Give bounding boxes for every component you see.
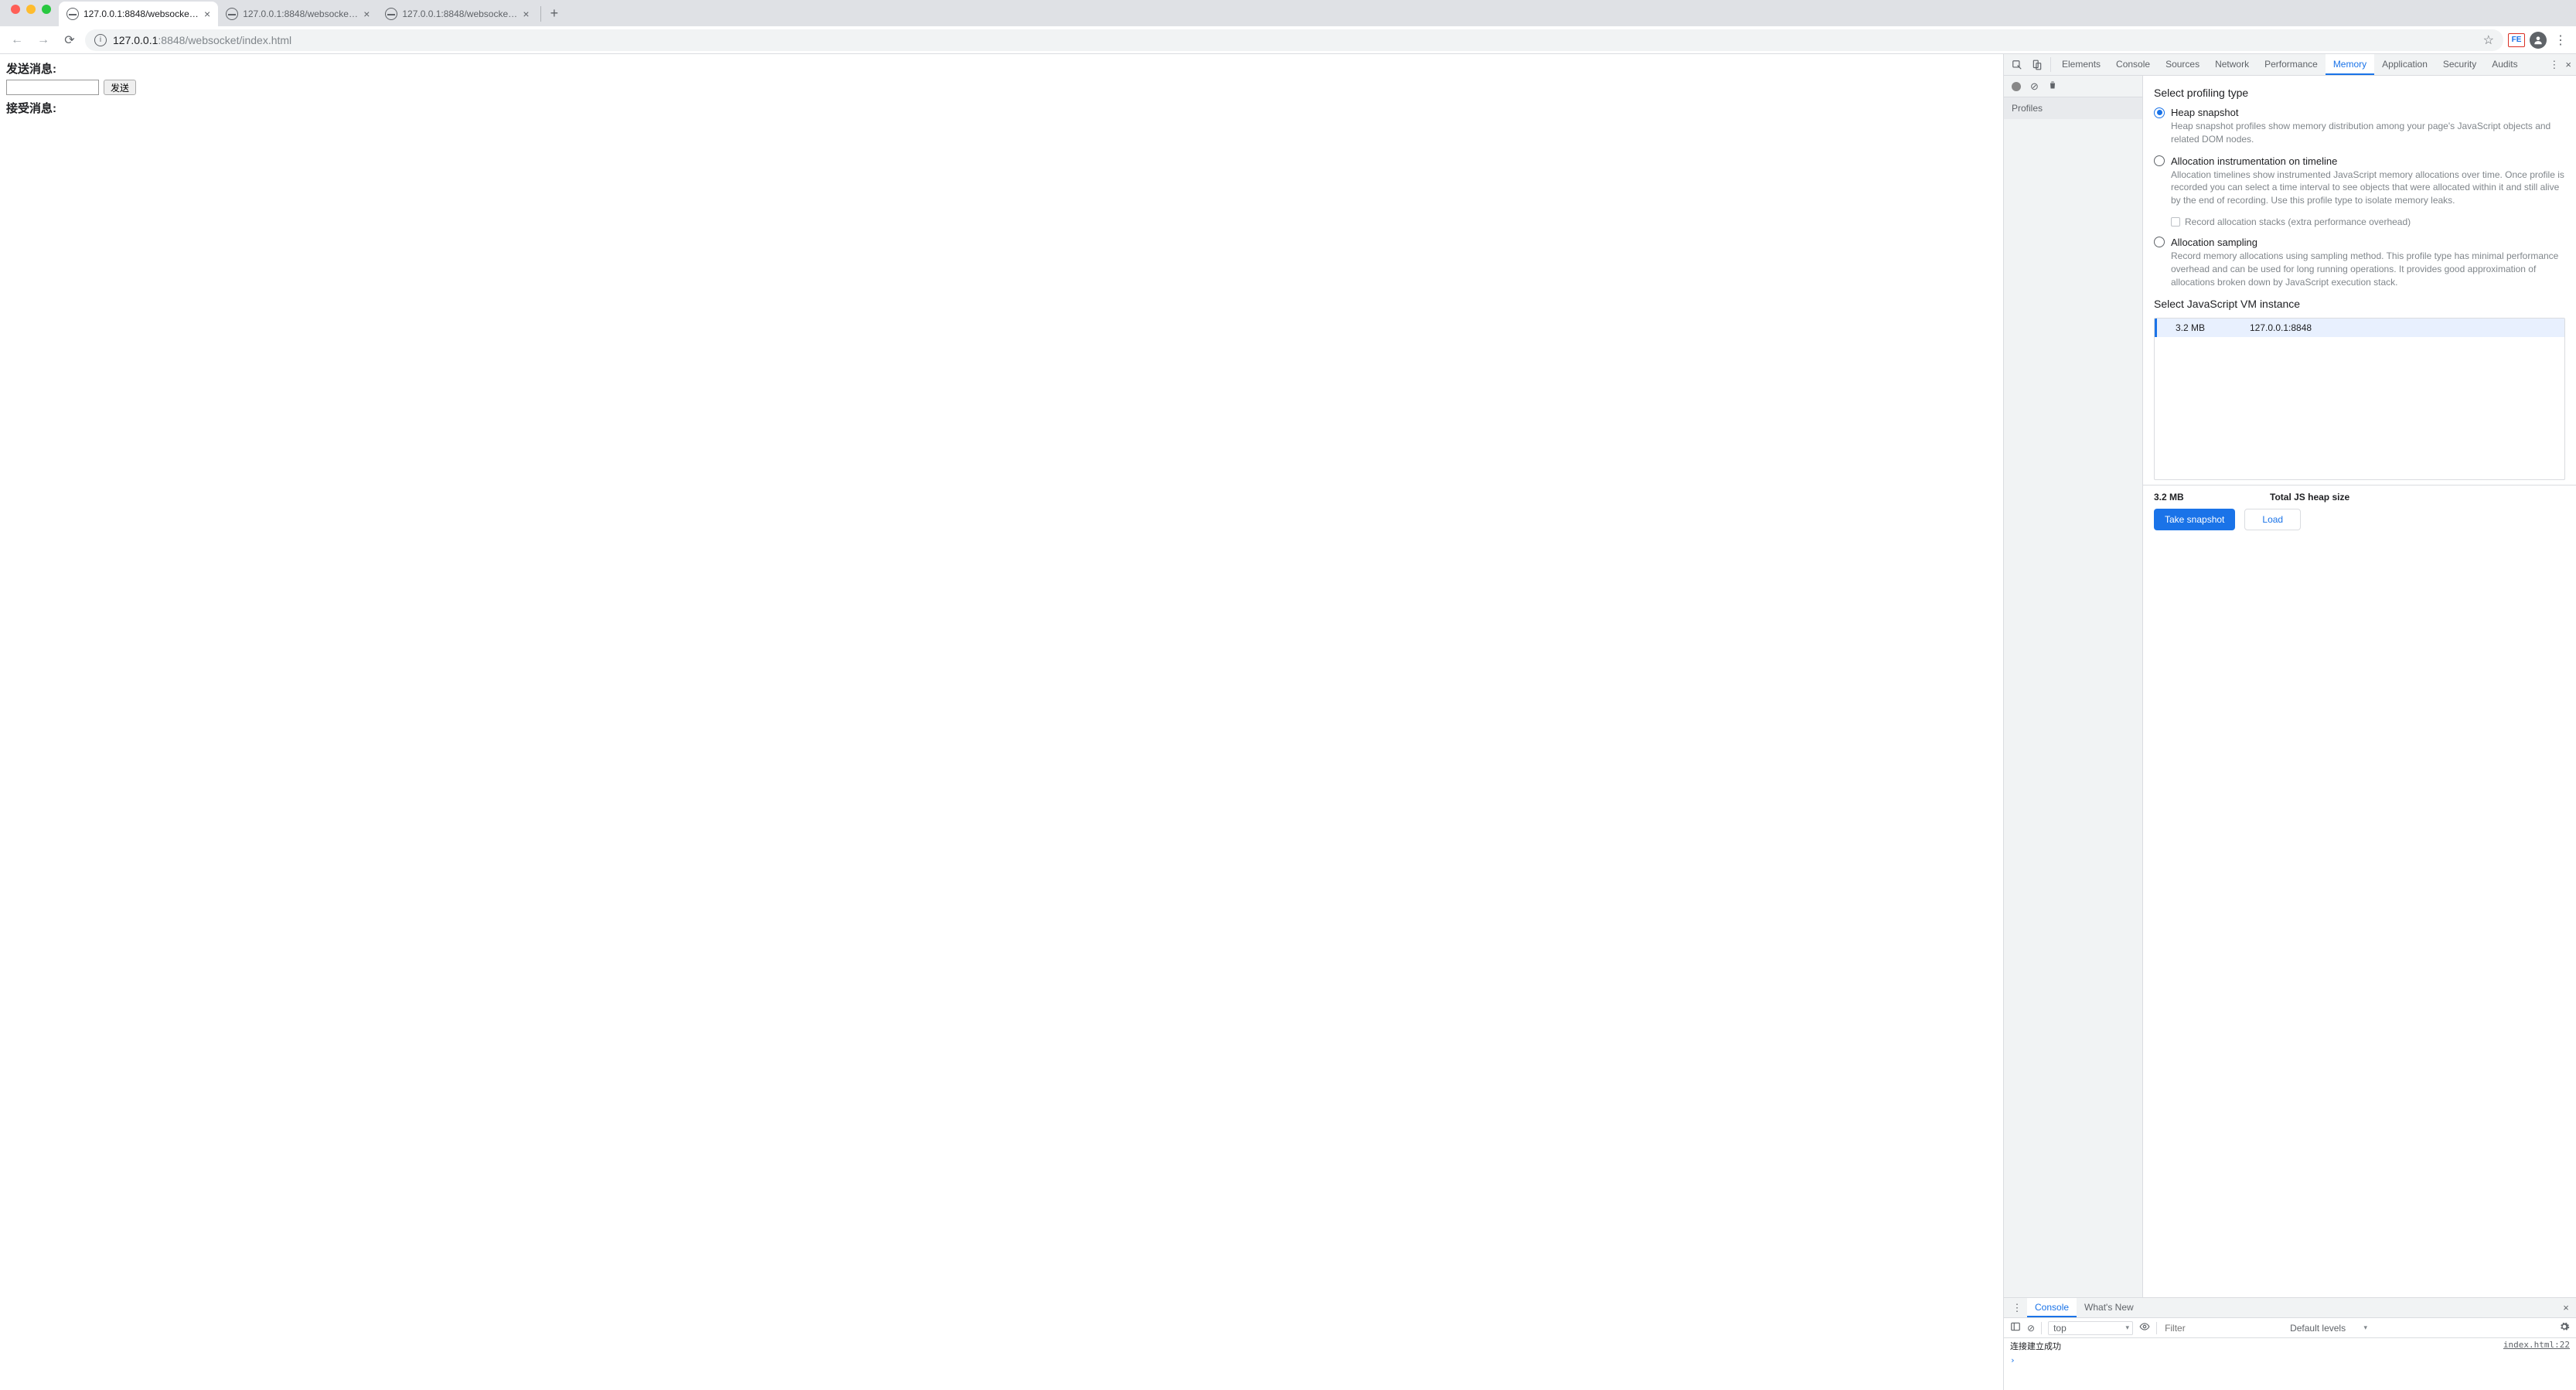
clear-console-icon[interactable]: ⊘ xyxy=(2027,1323,2035,1334)
profile-avatar-icon[interactable] xyxy=(2530,32,2547,49)
tab-title: 127.0.0.1:8848/websocket/inde xyxy=(83,9,199,19)
devtools-menu-icon[interactable]: ⋮ xyxy=(2549,59,2559,71)
heap-size-label: Total JS heap size xyxy=(2270,492,2349,503)
log-source-link[interactable]: index.html:22 xyxy=(2503,1340,2570,1352)
devtools-tabbar: Elements Console Sources Network Perform… xyxy=(2004,54,2576,76)
devtools-close-icon[interactable]: × xyxy=(2565,59,2571,70)
context-selector[interactable]: top xyxy=(2048,1321,2133,1335)
browser-tab-3[interactable]: 127.0.0.1:8848/websocket/inde × xyxy=(377,2,537,26)
profiling-type-heading: Select profiling type xyxy=(2154,87,2565,99)
console-settings-icon[interactable] xyxy=(2559,1321,2570,1334)
window-controls xyxy=(6,5,59,22)
chrome-menu-icon[interactable]: ⋮ xyxy=(2551,32,2570,48)
globe-icon xyxy=(66,8,79,20)
memory-footer: 3.2 MB Total JS heap size Take snapshot … xyxy=(2143,485,2576,537)
profiles-heading[interactable]: Profiles xyxy=(2004,97,2142,119)
tab-title: 127.0.0.1:8848/websocket/inde xyxy=(243,9,359,19)
delete-icon[interactable] xyxy=(2048,80,2057,92)
bookmark-icon[interactable]: ☆ xyxy=(2483,32,2494,48)
take-snapshot-button[interactable]: Take snapshot xyxy=(2154,509,2235,530)
record-icon[interactable] xyxy=(2012,82,2021,91)
console-prompt[interactable]: › xyxy=(2004,1354,2576,1367)
globe-icon xyxy=(385,8,397,20)
close-tab-icon[interactable]: × xyxy=(523,9,529,19)
radio-desc: Allocation timelines show instrumented J… xyxy=(2171,169,2565,207)
tab-application[interactable]: Application xyxy=(2374,54,2435,75)
drawer-tab-console[interactable]: Console xyxy=(2027,1298,2077,1317)
profiles-sidebar: ⊘ Profiles xyxy=(2004,76,2143,1297)
radio-icon xyxy=(2154,155,2165,166)
vm-instance-heading: Select JavaScript VM instance xyxy=(2154,298,2565,310)
log-message: 连接建立成功 xyxy=(2010,1340,2503,1352)
tab-title: 127.0.0.1:8848/websocket/inde xyxy=(402,9,518,19)
console-sidebar-toggle-icon[interactable] xyxy=(2010,1321,2021,1334)
back-button[interactable]: ← xyxy=(6,33,28,47)
device-toggle-icon[interactable] xyxy=(2027,54,2047,75)
extension-icon[interactable]: FE xyxy=(2508,33,2525,47)
tab-audits[interactable]: Audits xyxy=(2484,54,2525,75)
console-drawer: ⋮ Console What's New × ⊘ top xyxy=(2004,1297,2576,1390)
close-tab-icon[interactable]: × xyxy=(363,9,370,19)
devtools-panel: Elements Console Sources Network Perform… xyxy=(2004,54,2576,1390)
new-tab-button[interactable]: + xyxy=(544,5,565,26)
tab-strip: 127.0.0.1:8848/websocket/inde × 127.0.0.… xyxy=(0,0,2576,26)
forward-button[interactable]: → xyxy=(32,33,54,47)
tab-divider xyxy=(540,6,541,22)
browser-tab-1[interactable]: 127.0.0.1:8848/websocket/inde × xyxy=(59,2,218,26)
live-expression-icon[interactable] xyxy=(2139,1321,2150,1334)
close-window-icon[interactable] xyxy=(11,5,20,14)
page-content: 发送消息: 发送 接受消息: xyxy=(0,54,2004,1390)
radio-allocation-sampling[interactable]: Allocation sampling xyxy=(2154,237,2565,248)
vm-instance-row[interactable]: 3.2 MB 127.0.0.1:8848 xyxy=(2155,319,2564,337)
log-levels-selector[interactable]: Default levels xyxy=(2285,1321,2370,1335)
minimize-window-icon[interactable] xyxy=(26,5,36,14)
tab-memory[interactable]: Memory xyxy=(2326,54,2374,75)
close-tab-icon[interactable]: × xyxy=(204,9,210,19)
radio-heap-snapshot[interactable]: Heap snapshot xyxy=(2154,107,2565,118)
browser-tab-2[interactable]: 127.0.0.1:8848/websocket/inde × xyxy=(218,2,377,26)
radio-icon xyxy=(2154,107,2165,118)
radio-allocation-timeline[interactable]: Allocation instrumentation on timeline xyxy=(2154,155,2565,167)
address-bar: ← → ⟳ i 127.0.0.1:8848/websocket/index.h… xyxy=(0,26,2576,54)
send-button[interactable]: 发送 xyxy=(104,80,136,95)
drawer-menu-icon[interactable]: ⋮ xyxy=(2007,1298,2027,1317)
heap-size-value: 3.2 MB xyxy=(2154,492,2270,503)
tab-sources[interactable]: Sources xyxy=(2158,54,2207,75)
url-display: 127.0.0.1:8848/websocket/index.html xyxy=(113,34,291,46)
tab-security[interactable]: Security xyxy=(2435,54,2484,75)
send-heading: 发送消息: xyxy=(6,60,1997,77)
recv-heading: 接受消息: xyxy=(6,100,1997,116)
console-log-row: 连接建立成功 index.html:22 xyxy=(2004,1338,2576,1354)
drawer-tab-whats-new[interactable]: What's New xyxy=(2077,1298,2142,1317)
radio-icon xyxy=(2154,237,2165,247)
radio-desc: Heap snapshot profiles show memory distr… xyxy=(2171,120,2565,146)
inspect-icon[interactable] xyxy=(2007,54,2027,75)
site-info-icon[interactable]: i xyxy=(94,34,107,46)
omnibox[interactable]: i 127.0.0.1:8848/websocket/index.html ☆ xyxy=(85,29,2503,51)
tab-performance[interactable]: Performance xyxy=(2257,54,2326,75)
checkbox-record-stacks[interactable]: Record allocation stacks (extra performa… xyxy=(2171,216,2565,227)
tab-console[interactable]: Console xyxy=(2108,54,2158,75)
message-input[interactable] xyxy=(6,80,99,95)
vm-instance-list: 3.2 MB 127.0.0.1:8848 xyxy=(2154,318,2565,480)
filter-input[interactable] xyxy=(2163,1322,2279,1334)
tab-elements[interactable]: Elements xyxy=(2054,54,2108,75)
reload-button[interactable]: ⟳ xyxy=(59,32,80,48)
globe-icon xyxy=(226,8,238,20)
drawer-close-icon[interactable]: × xyxy=(2556,1298,2576,1317)
maximize-window-icon[interactable] xyxy=(42,5,51,14)
checkbox-icon xyxy=(2171,217,2180,227)
load-button[interactable]: Load xyxy=(2244,509,2301,530)
tab-network[interactable]: Network xyxy=(2207,54,2257,75)
clear-icon[interactable]: ⊘ xyxy=(2030,80,2039,93)
radio-desc: Record memory allocations using sampling… xyxy=(2171,250,2565,288)
